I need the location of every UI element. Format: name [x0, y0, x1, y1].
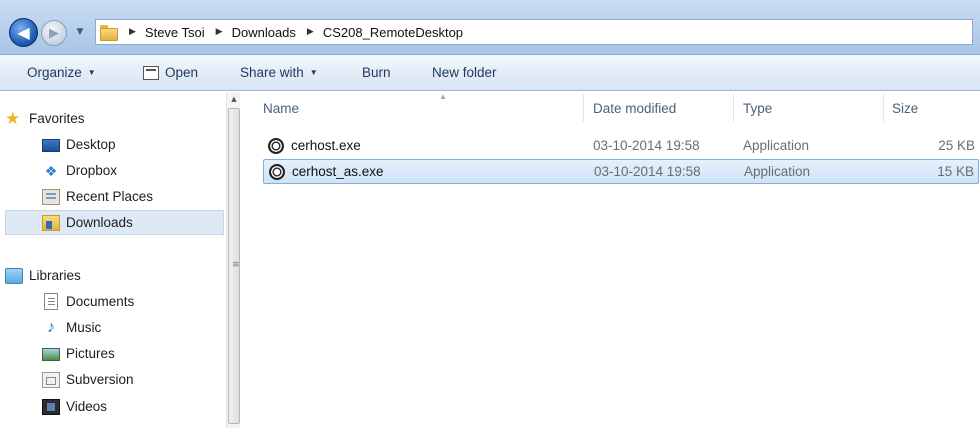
sidebar-item-label: Music: [66, 320, 102, 335]
share-with-button[interactable]: Share with ▼: [240, 65, 318, 80]
pictures-icon: [42, 348, 60, 361]
address-bar[interactable]: ▶ Steve Tsoi ▶ Downloads ▶ CS208_RemoteD…: [95, 19, 973, 45]
subversion-icon: [42, 371, 60, 388]
burn-label: Burn: [362, 65, 391, 80]
sidebar-item-label: Dropbox: [66, 163, 118, 178]
column-header-size[interactable]: Size: [892, 92, 972, 125]
sidebar-item-label: Desktop: [66, 137, 116, 152]
downloads-folder-icon: [42, 214, 60, 231]
sidebar-libraries-label: Libraries: [29, 268, 81, 283]
folder-icon: [100, 25, 118, 41]
file-name: cerhost.exe: [291, 138, 361, 153]
sidebar-item-downloads[interactable]: Downloads: [5, 210, 224, 235]
videos-icon: [42, 398, 60, 415]
chevron-down-icon: ▼: [309, 68, 318, 77]
column-header-label: Size: [892, 101, 919, 116]
column-header-name[interactable]: Name ▲: [263, 92, 583, 125]
dropbox-icon: ❖: [44, 162, 58, 179]
file-size: 25 KB: [938, 138, 975, 153]
sidebar-item-desktop[interactable]: Desktop: [42, 132, 222, 157]
forward-arrow-icon: ▶: [49, 25, 59, 41]
sidebar-item-label: Videos: [66, 399, 108, 414]
file-date-modified: 03-10-2014 19:58: [593, 138, 700, 153]
column-divider[interactable]: [583, 94, 584, 122]
file-type: Application: [744, 164, 811, 179]
sidebar-favorites-header[interactable]: ★ Favorites: [5, 106, 224, 131]
column-divider[interactable]: [733, 94, 734, 122]
breadcrumb-downloads[interactable]: Downloads: [232, 25, 296, 40]
file-name: cerhost_as.exe: [292, 164, 384, 179]
sidebar-item-label: Recent Places: [66, 189, 154, 204]
open-label: Open: [165, 65, 199, 80]
address-bar-area: ◀ ▶ ▼ ▶ Steve Tsoi ▶ Downloads ▶ CS208_R…: [0, 0, 980, 55]
music-icon: ♪: [47, 318, 55, 336]
documents-icon: [44, 293, 58, 310]
file-type: Application: [743, 138, 810, 153]
share-with-label: Share with: [240, 65, 304, 80]
breadcrumb-current-folder[interactable]: CS208_RemoteDesktop: [323, 25, 463, 40]
recent-pages-dropdown[interactable]: ▼: [73, 25, 87, 39]
new-folder-label: New folder: [432, 65, 497, 80]
sidebar-item-music[interactable]: ♪ Music: [42, 315, 222, 340]
sidebar-item-label: Downloads: [66, 215, 133, 230]
navigation-pane: ★ Favorites Desktop ❖ Dropbox Recent Pla…: [0, 92, 224, 428]
command-bar: Organize ▼ Open Share with ▼ Burn New fo…: [0, 55, 980, 91]
column-header-date-modified[interactable]: Date modified: [593, 92, 733, 125]
sidebar-item-label: Subversion: [66, 372, 134, 387]
open-button[interactable]: Open: [143, 65, 198, 80]
scrollbar-thumb[interactable]: ≡: [228, 108, 240, 424]
file-row[interactable]: cerhost.exe 03-10-2014 19:58 Application…: [263, 134, 979, 159]
organize-label: Organize: [27, 65, 82, 80]
sidebar-item-recent-places[interactable]: Recent Places: [42, 184, 222, 209]
star-icon: ★: [5, 108, 21, 128]
column-header-label: Type: [743, 101, 773, 116]
column-divider[interactable]: [883, 94, 884, 122]
scroll-up-arrow-icon[interactable]: ▲: [227, 92, 241, 107]
column-header-label: Date modified: [593, 101, 677, 116]
column-header-label: Name: [263, 101, 300, 116]
chevron-down-icon: ▼: [87, 68, 96, 77]
navigation-scrollbar[interactable]: ▲ ≡: [226, 92, 240, 428]
open-icon: [143, 65, 159, 80]
recent-places-icon: [42, 188, 60, 205]
sidebar-item-documents[interactable]: Documents: [42, 289, 222, 314]
sidebar-item-label: Pictures: [66, 346, 115, 361]
file-row-selected[interactable]: cerhost_as.exe 03-10-2014 19:58 Applicat…: [263, 159, 979, 184]
sidebar-item-label: Documents: [66, 294, 135, 309]
file-list: Name ▲ Date modified Type Size cerhost.e…: [241, 92, 980, 428]
chevron-right-icon[interactable]: ▶: [129, 27, 136, 37]
breadcrumb-user[interactable]: Steve Tsoi: [145, 25, 205, 40]
back-arrow-icon: ◀: [17, 23, 30, 42]
chevron-right-icon[interactable]: ▶: [216, 27, 223, 37]
file-date-modified: 03-10-2014 19:58: [594, 164, 701, 179]
organize-button[interactable]: Organize ▼: [27, 65, 96, 80]
executable-icon: [269, 164, 285, 180]
sidebar-item-dropbox[interactable]: ❖ Dropbox: [42, 158, 222, 183]
sidebar-item-subversion[interactable]: Subversion: [42, 367, 222, 392]
new-folder-button[interactable]: New folder: [432, 65, 497, 80]
sidebar-item-pictures[interactable]: Pictures: [42, 341, 222, 366]
libraries-icon: [5, 267, 23, 284]
sort-ascending-icon: ▲: [439, 92, 447, 101]
grip-icon: ≡: [232, 260, 240, 270]
executable-icon: [268, 138, 284, 154]
chevron-right-icon[interactable]: ▶: [307, 27, 314, 37]
column-header-type[interactable]: Type: [743, 92, 883, 125]
back-button[interactable]: ◀: [9, 18, 38, 47]
file-size: 15 KB: [937, 164, 974, 179]
sidebar-favorites-label: Favorites: [29, 111, 85, 126]
sidebar-libraries-header[interactable]: Libraries: [5, 263, 224, 288]
forward-button[interactable]: ▶: [41, 20, 67, 46]
desktop-icon: [42, 139, 60, 152]
burn-button[interactable]: Burn: [362, 65, 391, 80]
sidebar-item-videos[interactable]: Videos: [42, 394, 222, 419]
